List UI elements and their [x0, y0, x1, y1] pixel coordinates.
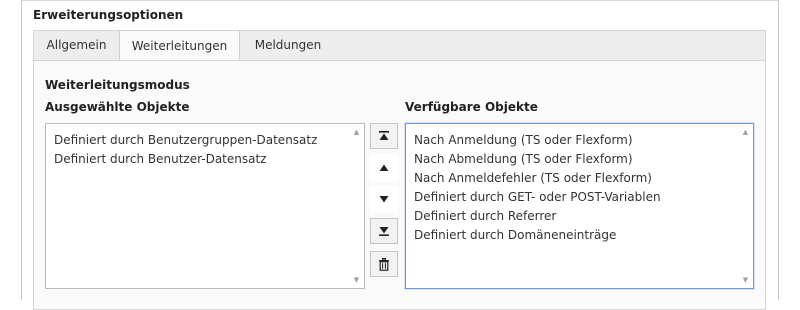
- available-list-item[interactable]: Nach Abmeldung (TS oder Flexform): [414, 150, 735, 169]
- trash-icon: [379, 257, 389, 271]
- tab-meldungen[interactable]: Meldungen: [240, 30, 336, 61]
- available-list-item[interactable]: Nach Anmeldung (TS oder Flexform): [414, 131, 735, 150]
- delete-button[interactable]: [370, 251, 398, 277]
- move-to-bottom-button[interactable]: [370, 218, 398, 244]
- move-to-top-button[interactable]: [370, 123, 398, 149]
- available-list-item[interactable]: Nach Anmeldefehler (TS oder Flexform): [414, 169, 735, 188]
- selected-list-item[interactable]: Definiert durch Benutzer-Datensatz: [54, 150, 346, 169]
- move-down-button[interactable]: [370, 186, 398, 212]
- selected-list-item[interactable]: Definiert durch Benutzergruppen-Datensat…: [54, 131, 346, 150]
- available-list-scrollbar[interactable]: ▲ ▼: [738, 124, 753, 288]
- selected-items-listbox[interactable]: Definiert durch Benutzergruppen-Datensat…: [45, 123, 365, 289]
- tab-allgemein[interactable]: Allgemein: [34, 30, 119, 61]
- frame-right-border: [778, 0, 779, 300]
- available-items-listbox[interactable]: Nach Anmeldung (TS oder Flexform) Nach A…: [405, 123, 754, 289]
- available-list-item[interactable]: Definiert durch GET- oder POST-Variablen: [414, 188, 735, 207]
- tab-weiterleitungen[interactable]: Weiterleitungen: [119, 30, 240, 62]
- move-up-icon: [379, 164, 389, 171]
- available-list-item[interactable]: Definiert durch Domäneneinträge: [414, 226, 735, 245]
- section-title: Erweiterungsoptionen: [33, 8, 184, 22]
- move-up-button[interactable]: [370, 155, 398, 181]
- frame-left-border: [21, 0, 22, 300]
- move-to-top-icon: [379, 131, 389, 140]
- panel-title: Weiterleitungsmodus: [45, 78, 190, 92]
- scroll-up-icon[interactable]: ▲: [349, 125, 364, 139]
- selected-list-scrollbar[interactable]: ▲ ▼: [349, 124, 364, 288]
- scroll-down-icon[interactable]: ▼: [738, 273, 753, 287]
- available-items-label: Verfügbare Objekte: [405, 100, 538, 114]
- available-list-item[interactable]: Definiert durch Referrer: [414, 207, 735, 226]
- frame-top-border: [21, 0, 779, 1]
- move-down-icon: [379, 196, 389, 203]
- move-to-bottom-icon: [379, 227, 389, 236]
- tab-bar: Allgemein Weiterleitungen Meldungen: [33, 30, 766, 62]
- selected-items-label: Ausgewählte Objekte: [45, 100, 190, 114]
- scroll-up-icon[interactable]: ▲: [738, 125, 753, 139]
- scroll-down-icon[interactable]: ▼: [349, 273, 364, 287]
